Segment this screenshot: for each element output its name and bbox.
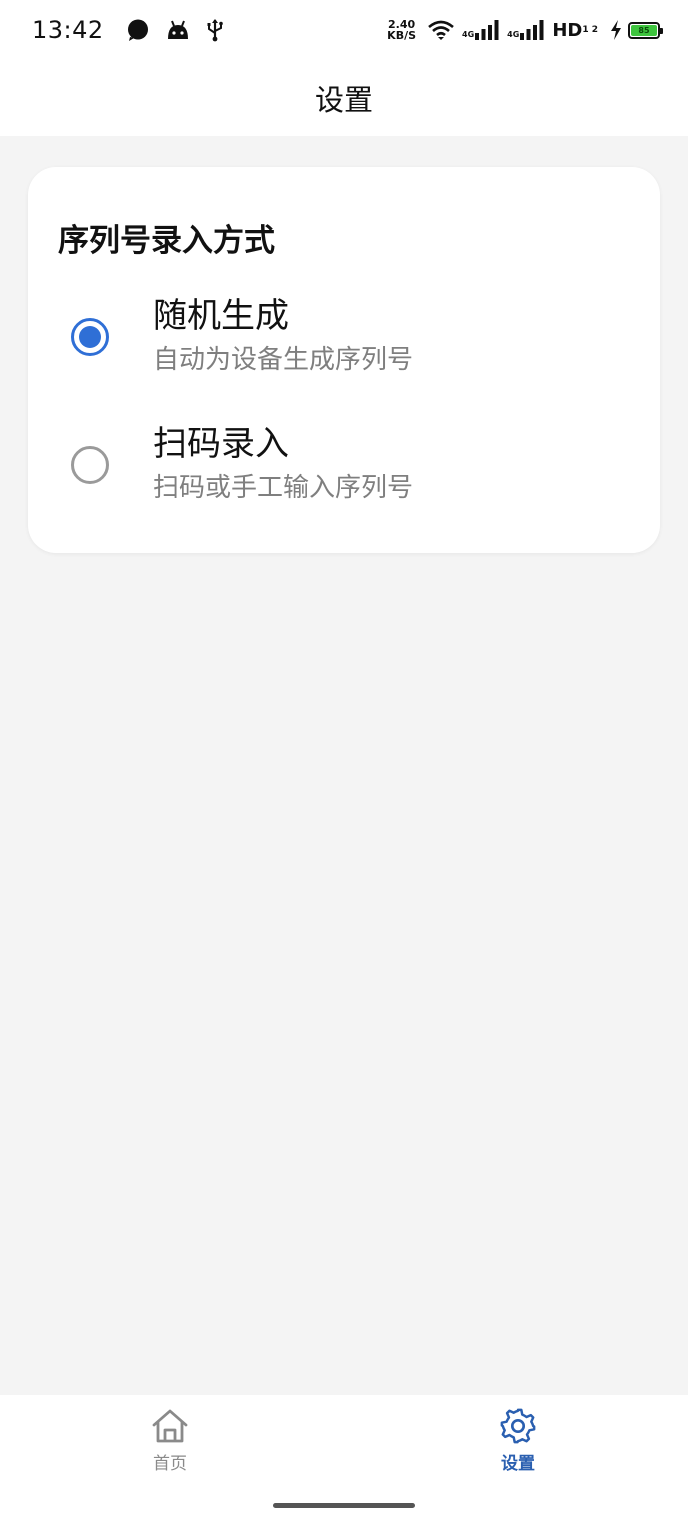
signal-sim2: 4G bbox=[507, 20, 544, 40]
nav-label-settings: 设置 bbox=[501, 1454, 535, 1474]
page-title: 设置 bbox=[314, 83, 373, 117]
option-random-generate[interactable]: 随机生成 自动为设备生成序列号 bbox=[58, 287, 630, 387]
home-indicator-bar[interactable] bbox=[273, 1503, 415, 1508]
status-right: 2.40 KB/S 4G 4G HD 1 2 85 bbox=[387, 19, 663, 41]
radio-dot bbox=[79, 326, 101, 348]
wifi-icon bbox=[428, 20, 454, 40]
app-header: 设置 bbox=[0, 60, 688, 136]
sim2-network-label: 4G bbox=[507, 30, 520, 39]
nav-item-settings[interactable]: 设置 bbox=[458, 1407, 578, 1474]
gear-icon bbox=[500, 1408, 536, 1444]
option-label: 随机生成 bbox=[153, 296, 289, 336]
charging-bolt-icon bbox=[610, 20, 622, 40]
network-speed: 2.40 KB/S bbox=[387, 19, 416, 41]
battery-icon: 85 bbox=[628, 21, 663, 39]
status-left: 13:42 bbox=[32, 16, 240, 44]
signal-sim1: 4G bbox=[462, 20, 499, 40]
bottom-navigation: 首页 设置 bbox=[0, 1395, 688, 1529]
sim1-network-label: 4G bbox=[462, 30, 475, 39]
option-description: 扫码或手工输入序列号 bbox=[153, 473, 414, 503]
card-title: 序列号录入方式 bbox=[58, 223, 275, 259]
nav-label-home: 首页 bbox=[153, 1454, 187, 1474]
serial-input-method-card: 序列号录入方式 随机生成 自动为设备生成序列号 扫码录入 扫码或手工输入序列号 bbox=[28, 167, 660, 553]
option-scan-input[interactable]: 扫码录入 扫码或手工输入序列号 bbox=[58, 415, 630, 515]
status-bar: 13:42 2.40 KB/S 4G 4G HD 1 2 85 bbox=[0, 0, 688, 60]
option-description: 自动为设备生成序列号 bbox=[153, 345, 414, 375]
radio-button-unselected[interactable] bbox=[71, 446, 109, 484]
chat-bubble-icon bbox=[126, 18, 150, 42]
usb-icon bbox=[206, 18, 224, 42]
android-icon bbox=[166, 19, 190, 41]
battery-level: 85 bbox=[631, 24, 657, 36]
hd-voice-indicator: HD bbox=[552, 19, 583, 41]
option-text: 扫码录入 扫码或手工输入序列号 bbox=[153, 422, 413, 508]
radio-button-selected[interactable] bbox=[71, 318, 109, 356]
signal-bars-icon bbox=[520, 20, 544, 40]
hd-voice-sup: 1 2 bbox=[582, 25, 598, 35]
option-text: 随机生成 自动为设备生成序列号 bbox=[153, 294, 413, 380]
status-time: 13:42 bbox=[32, 16, 104, 44]
home-icon bbox=[152, 1409, 188, 1443]
nav-item-home[interactable]: 首页 bbox=[110, 1407, 230, 1474]
network-speed-unit: KB/S bbox=[387, 29, 417, 42]
signal-bars-icon bbox=[475, 20, 499, 40]
option-label: 扫码录入 bbox=[153, 424, 289, 464]
